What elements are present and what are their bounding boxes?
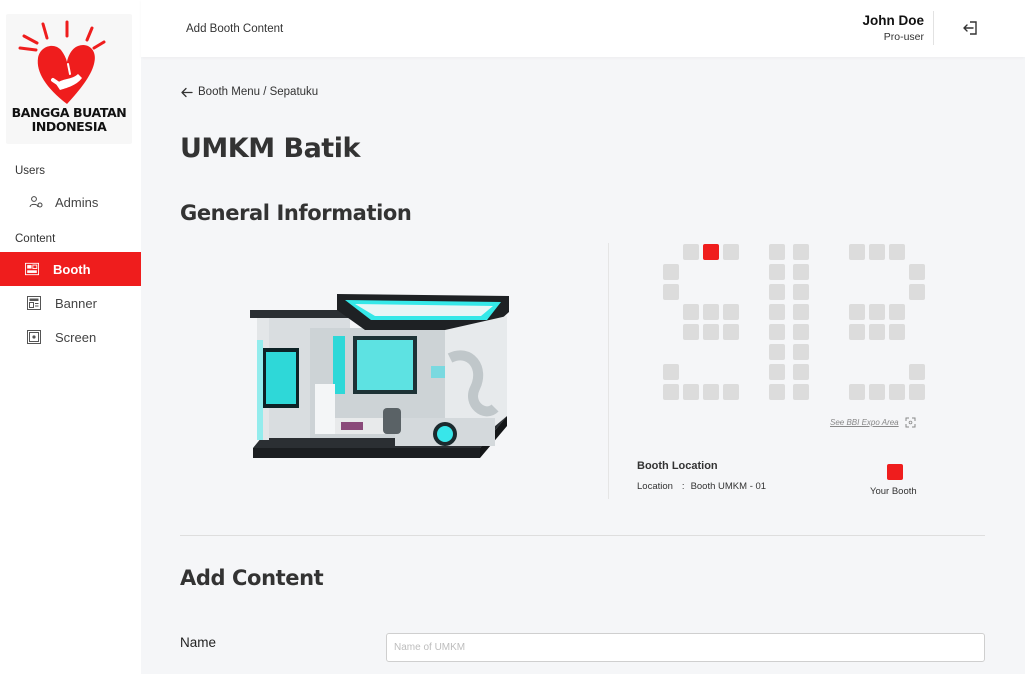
add-content-heading: Add Content: [180, 566, 324, 590]
selected-booth-cell[interactable]: [703, 244, 719, 260]
arrow-left-icon[interactable]: [180, 87, 193, 98]
sidebar-item-label: Banner: [55, 295, 97, 311]
booth-cell[interactable]: [793, 284, 809, 300]
top-header: Add Booth Content John Doe Pro-user: [141, 0, 1025, 57]
booth-cell[interactable]: [793, 384, 809, 400]
booth-cell[interactable]: [769, 264, 785, 280]
booth-cell[interactable]: [723, 384, 739, 400]
booth-cell[interactable]: [793, 244, 809, 260]
booth-cell[interactable]: [849, 324, 865, 340]
booth-cell[interactable]: [663, 364, 679, 380]
booth-cell[interactable]: [769, 284, 785, 300]
sidebar-item-banner[interactable]: Banner: [0, 286, 141, 320]
booth-cell[interactable]: [769, 304, 785, 320]
booth-cell[interactable]: [869, 384, 885, 400]
booth-cell[interactable]: [663, 264, 679, 280]
booth-cell[interactable]: [663, 284, 679, 300]
booth-cell[interactable]: [723, 304, 739, 320]
booth-cell[interactable]: [909, 364, 925, 380]
booth-cell[interactable]: [769, 244, 785, 260]
booth-cell[interactable]: [869, 324, 885, 340]
booth-cell[interactable]: [889, 324, 905, 340]
booth-cell[interactable]: [909, 284, 925, 300]
location-label: Location: [637, 481, 673, 492]
location-separator: :: [681, 481, 685, 492]
sidebar-item-booth[interactable]: Booth: [0, 252, 141, 286]
booth-cell[interactable]: [703, 304, 719, 320]
booth-3d-preview[interactable]: [245, 288, 515, 483]
user-name: John Doe: [862, 13, 924, 28]
booth-location-title: Booth Location: [637, 460, 718, 472]
booth-cell[interactable]: [849, 304, 865, 320]
booth-cell[interactable]: [769, 344, 785, 360]
location-value: Booth UMKM - 01: [690, 481, 767, 492]
user-role: Pro-user: [883, 31, 924, 43]
booth-cell[interactable]: [849, 244, 865, 260]
brand-logo[interactable]: BANGGA BUATAN INDONESIA: [6, 14, 132, 144]
header-title: Add Booth Content: [186, 23, 284, 35]
booth-cell[interactable]: [793, 324, 809, 340]
name-field-label: Name: [180, 635, 217, 650]
booth-cell[interactable]: [723, 324, 739, 340]
page-title: UMKM Batik: [180, 133, 360, 164]
screen-icon: [27, 330, 41, 344]
booth-cell[interactable]: [849, 384, 865, 400]
section-label-users: Users: [15, 165, 46, 177]
booth-icon: [25, 262, 39, 276]
booth-cell[interactable]: [703, 384, 719, 400]
booth-cell[interactable]: [683, 384, 699, 400]
section-divider: [180, 535, 985, 536]
booth-cell[interactable]: [723, 244, 739, 260]
booth-cell[interactable]: [909, 384, 925, 400]
users-icon: [29, 195, 43, 209]
booth-cell[interactable]: [869, 304, 885, 320]
see-expo-area-text[interactable]: See BBI Expo Area: [830, 418, 899, 427]
name-input[interactable]: [386, 633, 985, 662]
sidebar-item-admins[interactable]: Admins: [0, 191, 141, 213]
logout-icon[interactable]: [961, 19, 979, 37]
booth-cell[interactable]: [769, 364, 785, 380]
fullscreen-icon[interactable]: [905, 417, 916, 428]
your-booth-legend-label: Your Booth: [870, 486, 917, 497]
booth-cell[interactable]: [769, 324, 785, 340]
logo-text-line1: BANGGA BUATAN: [11, 105, 127, 120]
booth-cell[interactable]: [793, 304, 809, 320]
header-divider: [933, 11, 934, 45]
see-expo-area-link[interactable]: See BBI Expo Area: [830, 417, 916, 428]
booth-cell[interactable]: [869, 244, 885, 260]
booth-cell[interactable]: [793, 344, 809, 360]
booth-location-line: Location: Booth UMKM - 01: [637, 481, 766, 492]
banner-icon: [27, 296, 41, 310]
sidebar-item-label: Screen: [55, 329, 97, 345]
booth-cell[interactable]: [889, 304, 905, 320]
booth-cell[interactable]: [683, 244, 699, 260]
your-booth-legend-swatch: [887, 464, 903, 480]
booth-cell[interactable]: [793, 364, 809, 380]
booth-cell[interactable]: [703, 324, 719, 340]
breadcrumb[interactable]: Booth Menu / Sepatuku: [180, 86, 318, 98]
booth-cell[interactable]: [683, 304, 699, 320]
general-info-heading: General Information: [180, 201, 412, 225]
sidebar-item-label: Booth: [53, 261, 91, 277]
sidebar-item-label: Admins: [55, 194, 99, 210]
booth-cell[interactable]: [683, 324, 699, 340]
booth-cell[interactable]: [909, 264, 925, 280]
sidebar: BANGGA BUATAN INDONESIA Users Admins Con…: [0, 0, 141, 674]
booth-cell[interactable]: [663, 384, 679, 400]
logo-text-line2: INDONESIA: [31, 119, 107, 134]
booth-cell[interactable]: [769, 384, 785, 400]
breadcrumb-text[interactable]: Booth Menu / Sepatuku: [198, 86, 318, 98]
vertical-divider: [608, 243, 609, 499]
sidebar-item-screen[interactable]: Screen: [0, 320, 141, 354]
booth-cell[interactable]: [793, 264, 809, 280]
booth-cell[interactable]: [889, 244, 905, 260]
booth-cell[interactable]: [889, 384, 905, 400]
expo-area-map: [660, 242, 930, 407]
section-label-content: Content: [15, 233, 56, 245]
heart-logo-icon: [18, 20, 106, 104]
